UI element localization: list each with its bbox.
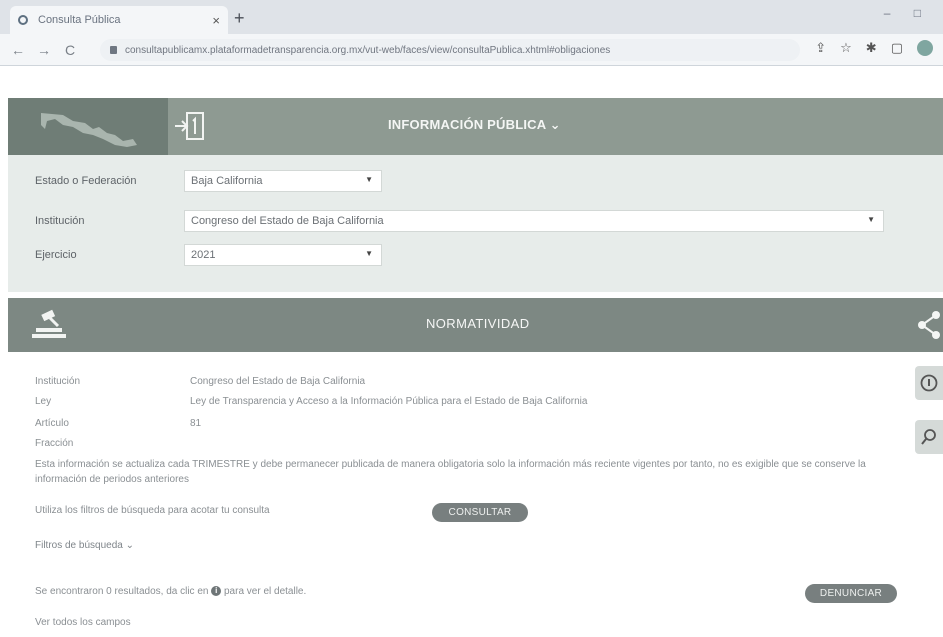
info-circle-icon [920,374,938,392]
back-button[interactable]: ← [8,42,28,58]
detail-ley-label: Ley [35,396,52,407]
logo[interactable] [8,98,168,155]
institucion-label: Institución [35,215,85,227]
ejercicio-select[interactable]: 2021 ▼ [184,244,382,266]
denunciar-button[interactable]: DENUNCIAR [805,584,897,603]
magnifier-icon [921,429,936,445]
share-page-icon[interactable]: ⇪ [815,40,826,56]
toolbar-icons: ⇪ ☆ ✱ ▢ [815,40,933,56]
share-icon[interactable] [916,310,942,340]
help-side-button[interactable] [915,366,943,400]
profile-avatar-icon[interactable] [917,40,933,56]
search-hint: Utiliza los filtros de búsqueda para aco… [35,505,270,516]
filters-panel: Estado o Federación Baja California ▼ In… [8,155,943,292]
chevron-down-icon: ▼ [365,175,373,184]
tab-close-icon[interactable]: × [212,13,220,28]
lock-icon [110,46,117,54]
search-side-button[interactable] [915,420,943,454]
detail-fraccion-label: Fracción [35,438,74,449]
site-header: INFORMACIÓN PÚBLICA ⌄ [8,98,943,155]
detail-articulo-label: Artículo [35,418,69,429]
browser-toolbar: ← → C consultapublicamx.plataformadetran… [0,34,943,66]
ejercicio-label: Ejercicio [35,249,77,261]
forward-button[interactable]: → [34,42,54,58]
filtros-busqueda-toggle[interactable]: Filtros de búsqueda ⌄ [35,540,134,551]
window-controls[interactable]: ‒ □ [884,6,931,20]
detail-ley-value: Ley de Transparencia y Acceso a la Infor… [190,396,588,407]
update-notice: Esta información se actualiza cada TRIME… [35,459,866,485]
ver-todos-campos-link[interactable]: Ver todos los campos [35,617,131,628]
reload-button[interactable]: C [60,42,80,58]
estado-label: Estado o Federación [35,175,137,187]
gavel-scale-icon [32,309,66,338]
section-title: NORMATIVIDAD [426,316,530,331]
institucion-select[interactable]: Congreso del Estado de Baja California ▼ [184,210,884,232]
browser-tab[interactable]: Consulta Pública × [10,6,228,34]
mexico-map-icon [41,112,137,147]
institucion-selected-value: Congreso del Estado de Baja California [191,215,384,227]
informacion-publica-menu[interactable]: INFORMACIÓN PÚBLICA ⌄ [388,117,561,133]
address-bar[interactable]: consultapublicamx.plataformadetransparen… [100,39,800,61]
sidepanel-icon[interactable]: ▢ [891,40,903,56]
results-summary: Se encontraron 0 resultados, da clic en … [35,586,306,597]
estado-select[interactable]: Baja California ▼ [184,170,382,192]
detail-institucion-value: Congreso del Estado de Baja California [190,376,366,387]
site-favicon-icon [18,15,28,25]
bookmark-star-icon[interactable]: ☆ [840,40,852,56]
detail-articulo-value: 81 [190,418,202,429]
new-tab-button[interactable]: + [234,8,245,29]
results-text-post: para ver el detalle. [224,586,307,597]
ejercicio-selected-value: 2021 [191,249,216,261]
chevron-down-icon: ▼ [365,249,373,258]
results-text-pre: Se encontraron 0 resultados, da clic en [35,586,209,597]
section-header: NORMATIVIDAD [8,298,943,352]
detail-institucion-label: Institución [35,376,81,387]
chevron-down-icon: ▼ [867,215,875,224]
consultar-button[interactable]: CONSULTAR [432,503,528,522]
url-text: consultapublicamx.plataformadetransparen… [125,44,611,56]
info-icon: i [211,586,222,597]
extensions-icon[interactable]: ✱ [866,40,877,56]
estado-selected-value: Baja California [191,175,263,187]
login-icon[interactable] [173,110,209,142]
browser-tab-bar: Consulta Pública × + ‒ □ [0,0,943,34]
tab-title: Consulta Pública [38,14,121,26]
